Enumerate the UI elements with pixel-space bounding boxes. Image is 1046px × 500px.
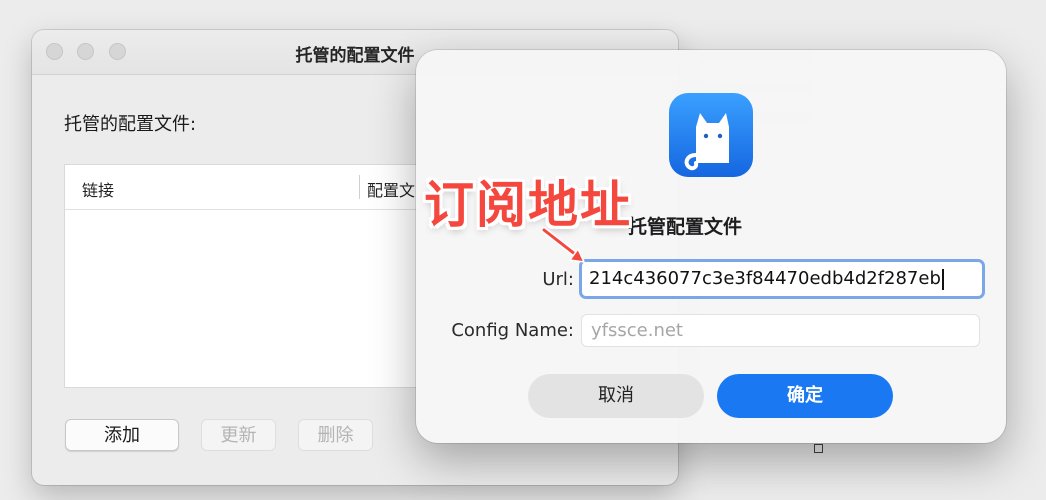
confirm-button[interactable]: 确定 [717,374,893,418]
config-name-label: Config Name: [451,320,574,341]
cat-app-icon [669,93,753,177]
checkbox-icon [814,444,823,453]
config-name-placeholder: yfssce.net [591,320,683,341]
url-label: Url: [542,269,574,290]
update-button[interactable]: 更新 [201,419,276,451]
add-button[interactable]: 添加 [65,419,179,451]
delete-button[interactable]: 删除 [298,419,373,451]
url-field-value: 214c436077c3e3f84470edb4d2f287eb [589,268,944,290]
dialog-title: 托管配置文件 [628,216,743,238]
column-header-link[interactable]: 链接 [82,177,114,201]
cancel-button[interactable]: 取消 [528,374,704,418]
add-profile-dialog: 托管配置文件 Url: 214c436077c3e3f84470edb4d2f2… [416,50,1006,443]
annotation-arrow-icon [541,227,586,263]
url-field[interactable]: 214c436077c3e3f84470edb4d2f287eb [579,259,985,299]
subscription-address-annotation: 订阅地址 [424,176,632,234]
column-header-config[interactable]: 配置文 [367,177,415,201]
section-label: 托管的配置文件: [64,114,197,135]
column-separator[interactable] [359,175,360,199]
config-name-field[interactable]: yfssce.net [581,314,980,347]
